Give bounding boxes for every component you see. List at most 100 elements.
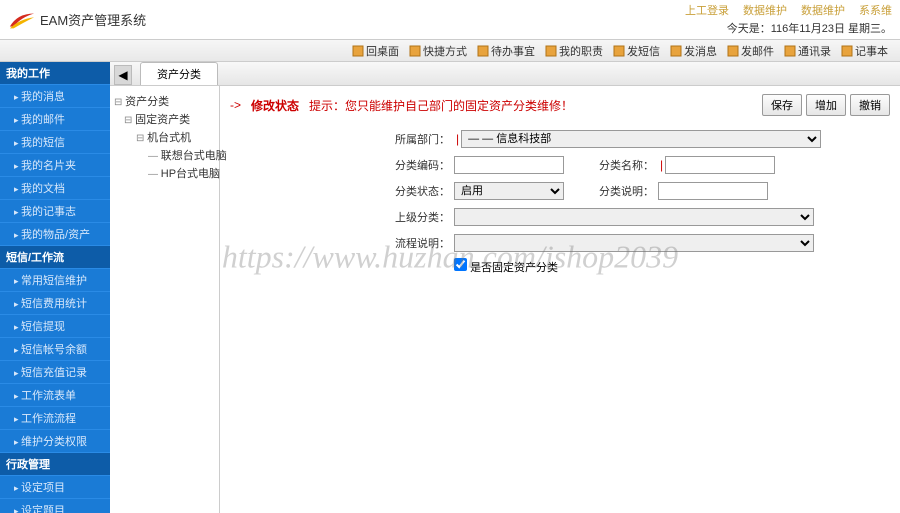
mail-icon: [727, 45, 739, 57]
cancel-button[interactable]: 撤销: [850, 94, 890, 116]
toolbar-item-5[interactable]: 发消息: [666, 43, 721, 59]
sidebar-item-0-5[interactable]: 我的记事志: [0, 200, 110, 223]
form-buttons: 保存 增加 撤销: [762, 94, 890, 116]
sidebar-item-0-1[interactable]: 我的邮件: [0, 108, 110, 131]
checkbox-label: 是否固定资产分类: [470, 262, 558, 274]
sidebar-item-0-3[interactable]: 我的名片夹: [0, 154, 110, 177]
label-dept: 所属部门：: [390, 131, 450, 147]
content: ◀ 资产分类 资产分类固定资产类机台式机联想台式电脑HP台式电脑 -> 修改状态…: [110, 62, 900, 513]
flow-select[interactable]: [454, 234, 814, 252]
sms-icon: [613, 45, 625, 57]
state-select[interactable]: 启用: [454, 182, 564, 200]
contacts-icon: [784, 45, 796, 57]
required-marker: |: [660, 158, 663, 172]
tab-asset-category[interactable]: 资产分类: [140, 62, 218, 85]
form-panel: -> 修改状态 提示：您只能维护自己部门的固定资产分类维修！ 保存 增加 撤销 …: [220, 86, 900, 513]
toolbar-label: 发邮件: [741, 43, 774, 59]
form-title-wrap: -> 修改状态 提示：您只能维护自己部门的固定资产分类维修！: [230, 97, 573, 114]
content-body: 资产分类固定资产类机台式机联想台式电脑HP台式电脑 -> 修改状态 提示：您只能…: [110, 86, 900, 513]
header-link-0[interactable]: 上工登录: [685, 2, 729, 18]
header-links: 上工登录 数据维护 数据维护 系系维: [685, 2, 892, 18]
tree-node-3[interactable]: HP台式电脑: [114, 164, 215, 182]
parent-select[interactable]: [454, 208, 814, 226]
duty-icon: [545, 45, 557, 57]
tree-node-0[interactable]: 固定资产类: [114, 110, 215, 128]
sidebar-group-2[interactable]: 行政管理: [0, 453, 110, 476]
sidebar-group-1[interactable]: 短信/工作流: [0, 246, 110, 269]
toolbar-item-0[interactable]: 回桌面: [348, 43, 403, 59]
sidebar-item-0-6[interactable]: 我的物品/资产: [0, 223, 110, 246]
name-input[interactable]: [665, 156, 775, 174]
logo-icon: [8, 9, 36, 31]
sidebar-item-2-1[interactable]: 设定题目: [0, 499, 110, 513]
tabs-scroll-left[interactable]: ◀: [114, 65, 132, 85]
toolbar-item-6[interactable]: 发邮件: [723, 43, 778, 59]
date-info: 今天是：116年11月23日 星期三。: [727, 20, 892, 36]
code-input[interactable]: [454, 156, 564, 174]
main: 我的工作我的消息我的邮件我的短信我的名片夹我的文档我的记事志我的物品/资产短信/…: [0, 62, 900, 513]
label-code: 分类编码：: [390, 157, 450, 173]
msg-icon: [670, 45, 682, 57]
home-icon: [352, 45, 364, 57]
header-link-3[interactable]: 系系维: [859, 2, 892, 18]
toolbar-label: 记事本: [855, 43, 888, 59]
toolbar-item-3[interactable]: 我的职责: [541, 43, 607, 59]
todo-icon: [477, 45, 489, 57]
tabs-row: ◀ 资产分类: [110, 62, 900, 86]
label-desc: 分类说明：: [594, 183, 654, 199]
tree-node-2[interactable]: 联想台式电脑: [114, 146, 215, 164]
fixed-asset-checkbox[interactable]: [454, 258, 467, 271]
header: EAM资产管理系统 上工登录 数据维护 数据维护 系系维 今天是：116年11月…: [0, 0, 900, 40]
sidebar-item-1-7[interactable]: 维护分类权限: [0, 430, 110, 453]
sidebar-item-0-2[interactable]: 我的短信: [0, 131, 110, 154]
toolbar: 回桌面 快捷方式 待办事宜 我的职责 发短信 发消息 发邮件 通讯录 记事本: [0, 40, 900, 62]
toolbar-item-4[interactable]: 发短信: [609, 43, 664, 59]
toolbar-label: 发消息: [684, 43, 717, 59]
toolbar-label: 待办事宜: [491, 43, 535, 59]
required-marker: |: [456, 132, 459, 146]
desc-input[interactable]: [658, 182, 768, 200]
sidebar: 我的工作我的消息我的邮件我的短信我的名片夹我的文档我的记事志我的物品/资产短信/…: [0, 62, 110, 513]
label-flow: 流程说明：: [390, 235, 450, 251]
form-title: 修改状态: [251, 97, 299, 114]
label-name: 分类名称：: [594, 157, 654, 173]
notepad-icon: [841, 45, 853, 57]
form-grid: 所属部门： | — — 信息科技部 分类编码： 分类名称： |: [390, 128, 890, 254]
toolbar-item-1[interactable]: 快捷方式: [405, 43, 471, 59]
tree-panel: 资产分类固定资产类机台式机联想台式电脑HP台式电脑: [110, 86, 220, 513]
header-link-1[interactable]: 数据维护: [743, 2, 787, 18]
toolbar-item-8[interactable]: 记事本: [837, 43, 892, 59]
sidebar-item-1-3[interactable]: 短信帐号余额: [0, 338, 110, 361]
label-parent: 上级分类：: [390, 209, 450, 225]
label-state: 分类状态：: [390, 183, 450, 199]
tree-root[interactable]: 资产分类: [114, 92, 215, 110]
toolbar-item-2[interactable]: 待办事宜: [473, 43, 539, 59]
shortcut-icon: [409, 45, 421, 57]
sidebar-item-1-5[interactable]: 工作流表单: [0, 384, 110, 407]
checkbox-row: 是否固定资产分类: [454, 258, 890, 275]
toolbar-label: 我的职责: [559, 43, 603, 59]
form-hint: 提示：您只能维护自己部门的固定资产分类维修！: [309, 97, 573, 114]
toolbar-label: 发短信: [627, 43, 660, 59]
sidebar-item-0-0[interactable]: 我的消息: [0, 85, 110, 108]
sidebar-item-0-4[interactable]: 我的文档: [0, 177, 110, 200]
dept-select[interactable]: — — 信息科技部: [461, 130, 821, 148]
logo: EAM资产管理系统: [8, 9, 146, 31]
tree-node-1[interactable]: 机台式机: [114, 128, 215, 146]
sidebar-item-2-0[interactable]: 设定项目: [0, 476, 110, 499]
addnew-button[interactable]: 增加: [806, 94, 846, 116]
save-button[interactable]: 保存: [762, 94, 802, 116]
toolbar-label: 通讯录: [798, 43, 831, 59]
form-arrow: ->: [230, 98, 241, 112]
sidebar-item-1-4[interactable]: 短信充值记录: [0, 361, 110, 384]
sidebar-item-1-0[interactable]: 常用短信维护: [0, 269, 110, 292]
form-header: -> 修改状态 提示：您只能维护自己部门的固定资产分类维修！ 保存 增加 撤销: [230, 94, 890, 116]
toolbar-label: 快捷方式: [423, 43, 467, 59]
sidebar-item-1-1[interactable]: 短信费用统计: [0, 292, 110, 315]
sidebar-item-1-6[interactable]: 工作流流程: [0, 407, 110, 430]
app-name: EAM资产管理系统: [40, 10, 146, 29]
toolbar-item-7[interactable]: 通讯录: [780, 43, 835, 59]
sidebar-item-1-2[interactable]: 短信提现: [0, 315, 110, 338]
header-link-2[interactable]: 数据维护: [801, 2, 845, 18]
sidebar-group-0[interactable]: 我的工作: [0, 62, 110, 85]
